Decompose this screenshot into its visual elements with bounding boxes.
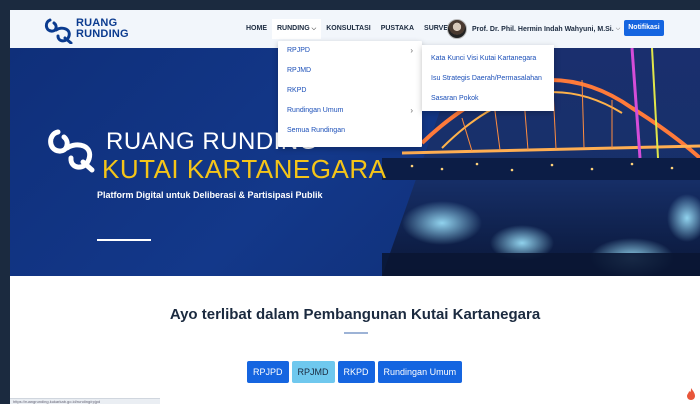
- nav-konsultasi-label: KONSULTASI: [326, 25, 371, 32]
- chevron-right-icon: ›: [410, 46, 413, 55]
- dropdown-item-label: Semua Rundingan: [287, 127, 345, 134]
- logo-mark-icon: [44, 18, 73, 44]
- nav-home[interactable]: HOME: [241, 19, 272, 39]
- hero-divider: [97, 239, 151, 241]
- tab-rpjmd[interactable]: RPJMD: [291, 361, 335, 383]
- flame-icon[interactable]: [686, 388, 696, 400]
- dropdown-item-rkpd[interactable]: RKPD: [278, 81, 422, 101]
- dropdown-item-rpjpd[interactable]: RPJPD ›: [278, 41, 422, 61]
- main-nav: HOME RUNDING ⌵ KONSULTASI PUSTAKA SURVEY: [241, 19, 458, 39]
- user-name: Prof. Dr. Phil. Hermin Indah Wahyuni, M.…: [472, 25, 614, 33]
- submenu-item-kata-kunci[interactable]: Kata Kunci Visi Kutai Kartanegara: [422, 49, 554, 69]
- status-bar-url: https://ruangrunding.kukarkab.go.id/rund…: [10, 398, 160, 404]
- browser-viewport: RUANG RUNDING HOME RUNDING ⌵ KONSULTASI P…: [10, 10, 700, 404]
- logo-mark-icon: [48, 129, 95, 173]
- nav-runding-label: RUNDING: [277, 25, 310, 32]
- submenu-item-isu-strategis[interactable]: Isu Strategis Daerah/Permasalahan: [422, 69, 554, 89]
- nav-konsultasi[interactable]: KONSULTASI: [321, 19, 375, 39]
- nav-runding[interactable]: RUNDING ⌵: [272, 19, 322, 39]
- avatar: [447, 19, 467, 39]
- section-title: Ayo terlibat dalam Pembangunan Kutai Kar…: [169, 306, 541, 323]
- chevron-down-icon: ⌵: [615, 25, 621, 32]
- dropdown-item-semua-rundingan[interactable]: Semua Rundingan: [278, 121, 422, 141]
- chevron-down-icon: ⌵: [311, 26, 317, 32]
- dropdown-item-label: RPJPD: [287, 47, 310, 54]
- section-divider: [344, 332, 368, 334]
- nav-pustaka[interactable]: PUSTAKA: [376, 19, 419, 39]
- nav-pustaka-label: PUSTAKA: [380, 25, 415, 32]
- dropdown-item-rundingan-umum[interactable]: Rundingan Umum ›: [278, 101, 422, 121]
- rpjpd-submenu: Kata Kunci Visi Kutai Kartanegara Isu St…: [422, 45, 554, 111]
- runding-dropdown: RPJPD › RPJMD RKPD Rundingan Umum › Semua …: [278, 41, 422, 147]
- dropdown-item-rpjmd[interactable]: RPJMD: [278, 61, 422, 81]
- brand-line2: RUNDING: [76, 28, 129, 40]
- hero-title-line2: KUTAI KARTANEGARA: [102, 154, 387, 184]
- tab-rpjpd[interactable]: RPJPD: [247, 361, 289, 383]
- brand-wordmark: RUANG RUNDING: [76, 18, 129, 40]
- chevron-right-icon: ›: [410, 106, 413, 115]
- dropdown-item-label: Rundingan Umum: [287, 107, 344, 114]
- tab-rkpd[interactable]: RKPD: [337, 361, 375, 383]
- brand-logo[interactable]: RUANG RUNDING: [44, 15, 129, 45]
- dropdown-item-label: RKPD: [287, 87, 307, 94]
- notification-button[interactable]: Notifikasi: [624, 20, 664, 36]
- dropdown-item-label: RPJMD: [287, 67, 312, 74]
- hero-subtitle: Platform Digital untuk Deliberasi & Part…: [97, 190, 323, 200]
- category-tabs: RPJPD RPJMD RKPD Rundingan Umum: [247, 361, 465, 383]
- submenu-item-sasaran-pokok[interactable]: Sasaran Pokok: [422, 89, 554, 109]
- hero-title: RUANG RUNDING KUTAI KARTANEGARA: [46, 124, 386, 184]
- user-menu[interactable]: Prof. Dr. Phil. Hermin Indah Wahyuni, M.…: [447, 18, 620, 40]
- tab-rundingan-umum[interactable]: Rundingan Umum: [377, 361, 463, 383]
- nav-home-label: HOME: [246, 25, 267, 32]
